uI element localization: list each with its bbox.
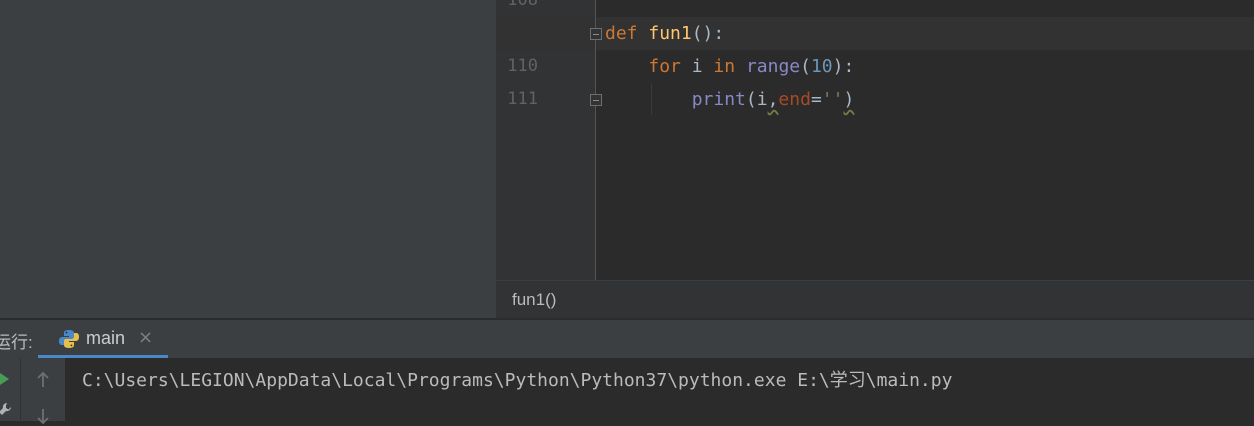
close-icon[interactable]: × [138,326,153,350]
keyword-in: in [713,56,736,77]
line-number: 108 [507,0,538,10]
keyword-def: def [605,23,638,44]
run-console[interactable]: C:\Users\LEGION\AppData\Local\Programs\P… [0,358,1254,425]
line-number: 111 [507,89,538,109]
function-name: fun1 [648,23,692,44]
run-panel-header: 运行: main × [0,320,1254,358]
builtin-range: range [745,56,801,77]
arrow-up-icon[interactable] [35,370,51,390]
line-number: 110 [507,56,538,76]
argument-i: i [756,89,768,110]
console-output-line: C:\Users\LEGION\AppData\Local\Programs\P… [82,370,953,391]
number-literal: 10 [810,56,833,77]
punctuation: ( [745,89,757,110]
punctuation: = [810,89,822,110]
punctuation: ): [832,56,855,77]
punctuation: (): [691,23,725,44]
punctuation: ( [800,56,811,77]
wrench-icon[interactable] [0,402,12,416]
code-line-109[interactable]: def fun1(): [605,17,724,50]
builtin-print: print [691,89,746,110]
project-panel [0,0,496,318]
variable-i: i [691,56,703,77]
keyword-for: for [648,56,681,77]
code-line-111[interactable]: print(i,end='') [605,83,855,116]
closing-paren-warning: ) [843,89,855,110]
run-tab-main[interactable]: main × [38,320,168,358]
fold-marker-icon[interactable] [590,94,602,106]
breadcrumb-bar: fun1() [496,280,1254,318]
run-toolbar [0,358,20,421]
code-editor[interactable]: 108 109 110 111 def fun1(): for i in ran… [496,0,1254,280]
comma-warning: , [767,89,779,110]
fold-marker-icon[interactable] [590,28,602,40]
run-tab-label: main [86,328,126,348]
breadcrumb[interactable]: fun1() [512,290,556,310]
string-literal: '' [821,89,844,110]
code-line-110[interactable]: for i in range(10): [605,50,854,83]
scroll-toolbar [20,358,65,425]
python-icon [59,330,79,348]
arrow-down-icon[interactable] [35,406,51,426]
run-label: 运行: [0,333,33,352]
gutter-separator [595,0,596,280]
play-icon[interactable] [0,373,9,385]
param-end: end [778,89,811,110]
